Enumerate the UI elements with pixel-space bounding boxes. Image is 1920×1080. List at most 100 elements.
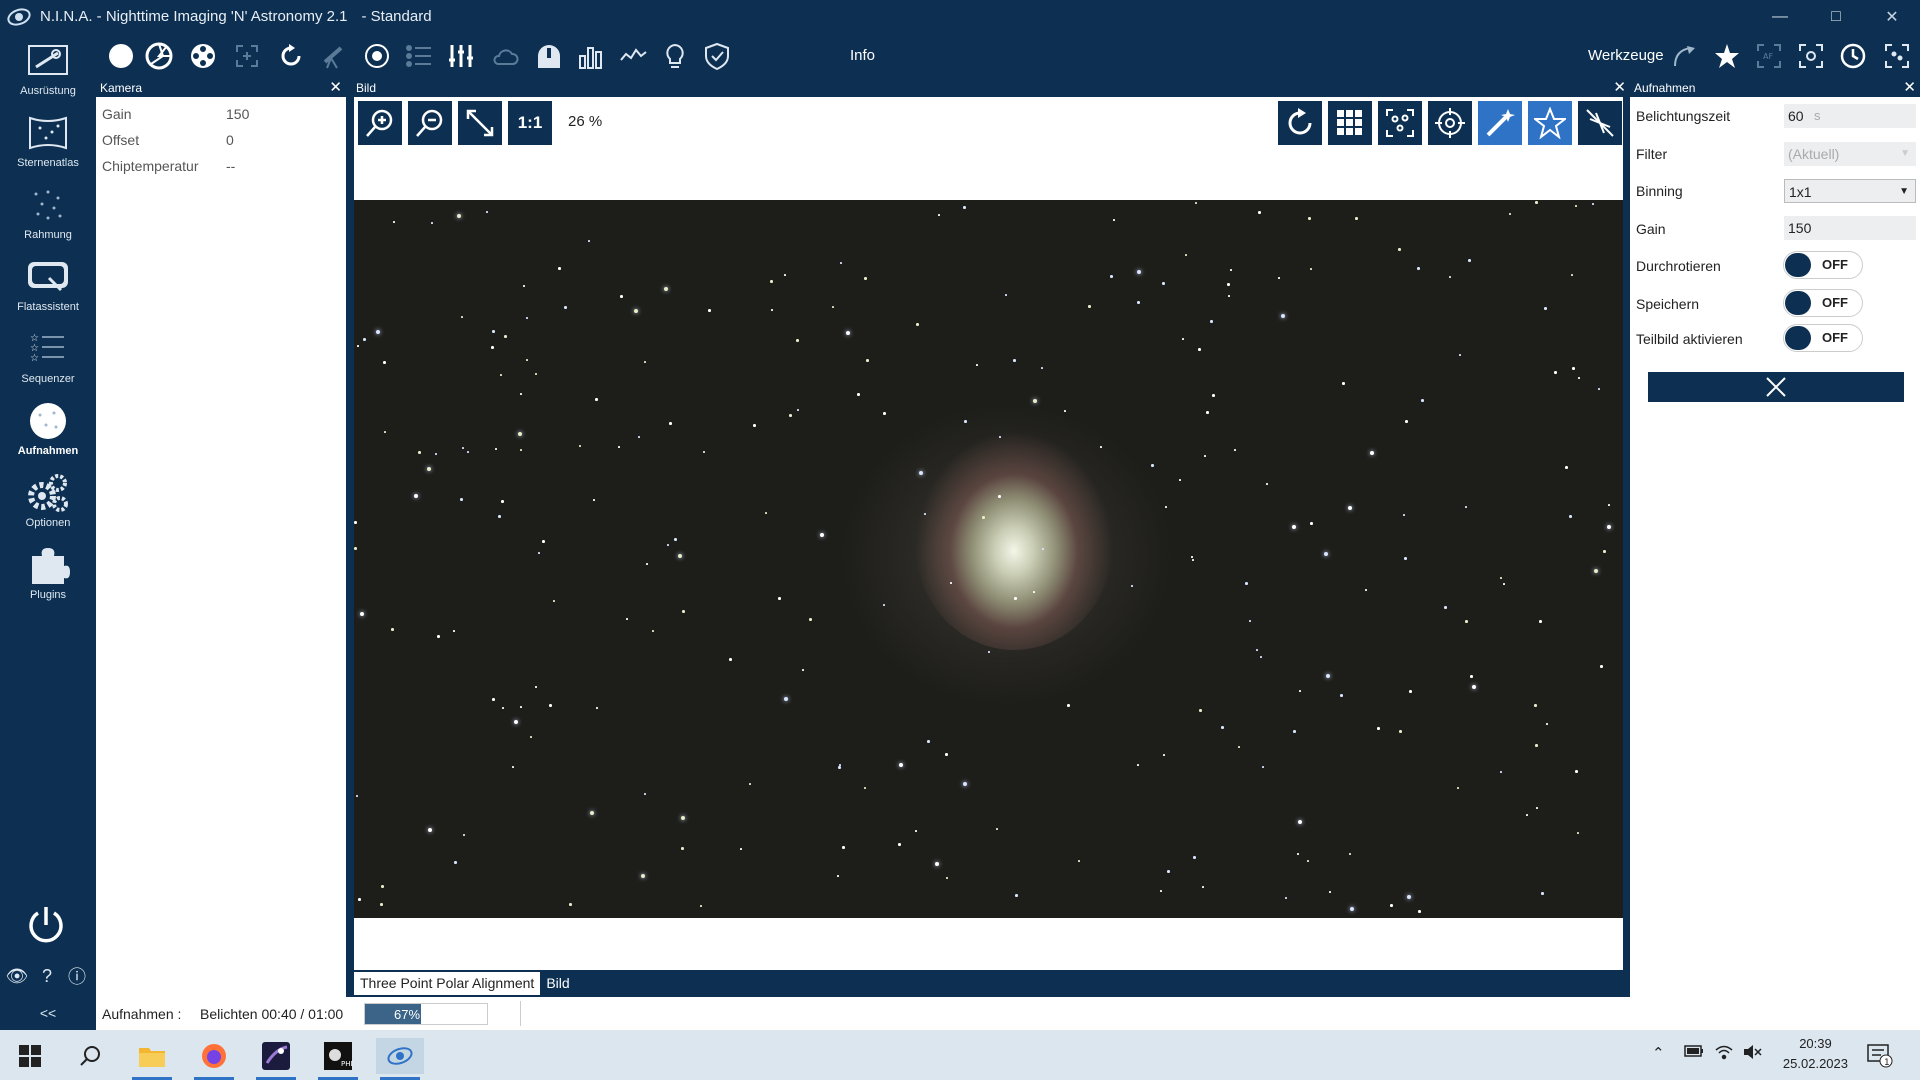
volume-muted-icon[interactable] — [1742, 1044, 1762, 1064]
fit-to-screen-button[interactable] — [458, 101, 502, 145]
binning-select[interactable]: 1x1 ▼ — [1784, 179, 1916, 203]
autofocus-icon[interactable]: AF — [1754, 41, 1784, 71]
nav-sky-atlas[interactable]: Sternenatlas — [0, 111, 96, 181]
maximize-button[interactable]: □ — [1808, 0, 1864, 33]
auto-stretch-button[interactable] — [1478, 101, 1522, 145]
weather-icon[interactable] — [490, 41, 520, 71]
telescope-icon[interactable] — [318, 41, 348, 71]
filter-wheel-slots-icon[interactable] — [188, 41, 218, 71]
firefox-icon[interactable] — [190, 1038, 238, 1080]
safety-monitor-icon[interactable] — [702, 41, 732, 71]
windows-start-icon[interactable] — [6, 1038, 54, 1074]
battery-icon[interactable] — [1684, 1044, 1704, 1062]
star — [1403, 514, 1405, 516]
star-detection-icon[interactable] — [1882, 41, 1912, 71]
filter-select[interactable]: (Aktuell) ▼ — [1784, 142, 1916, 166]
switch-icon[interactable] — [446, 41, 476, 71]
sequencer-icon: ☆ ☆ ☆ — [25, 327, 71, 371]
close-icon[interactable]: ✕ — [1903, 80, 1916, 96]
left-navigation: Ausrüstung Sternenatlas Rahmung Flatassi… — [0, 33, 96, 997]
gain-input[interactable]: 150 — [1784, 216, 1916, 240]
dome-icon[interactable] — [534, 41, 564, 71]
collapse-nav-button[interactable]: << — [0, 996, 96, 1030]
star — [999, 436, 1001, 438]
file-explorer-icon[interactable] — [128, 1038, 176, 1080]
star — [1078, 860, 1080, 862]
rotator-icon[interactable] — [276, 41, 306, 71]
star — [1592, 203, 1594, 205]
close-icon[interactable]: ✕ — [1613, 80, 1626, 96]
subframe-toggle[interactable]: OFF — [1783, 324, 1863, 352]
exposure-time-input[interactable]: 60 s — [1784, 104, 1916, 128]
star — [797, 409, 799, 411]
phd2-icon[interactable]: PHD — [314, 1038, 362, 1080]
rotate-button[interactable] — [1278, 101, 1322, 145]
zoom-out-button[interactable] — [408, 101, 452, 145]
captured-image[interactable] — [354, 200, 1623, 918]
star — [1399, 730, 1402, 733]
polar-alignment-icon[interactable] — [1670, 41, 1700, 71]
system-clock[interactable]: 20:39 25.02.2023 — [1783, 1034, 1848, 1074]
nav-sequencer[interactable]: ☆ ☆ ☆ Sequenzer — [0, 327, 96, 397]
close-icon[interactable]: ✕ — [329, 80, 342, 96]
search-icon[interactable] — [66, 1038, 114, 1074]
save-toggle[interactable]: OFF — [1783, 289, 1863, 317]
star — [1262, 766, 1264, 768]
hfr-history-icon[interactable] — [576, 41, 606, 71]
one-to-one-button[interactable]: 1:1 — [508, 101, 552, 145]
dither-toggle[interactable]: OFF — [1783, 251, 1863, 279]
star — [491, 346, 494, 349]
star-detection-button[interactable] — [1378, 101, 1422, 145]
exposure-progress: 67% — [364, 1003, 488, 1025]
star — [652, 630, 654, 632]
bahtinov-button[interactable] — [1578, 101, 1622, 145]
star — [1182, 338, 1184, 340]
guide-graph-icon[interactable] — [618, 41, 648, 71]
nav-equipment[interactable]: Ausrüstung — [0, 39, 96, 109]
star — [988, 651, 990, 653]
star — [498, 515, 501, 518]
sequence-list-icon[interactable] — [404, 41, 434, 71]
minimize-button[interactable]: — — [1752, 0, 1808, 33]
plate-solve-icon[interactable] — [1796, 41, 1826, 71]
nav-flat-wizard[interactable]: Flatassistent — [0, 255, 96, 325]
filter-wheel-icon[interactable] — [144, 41, 174, 71]
about-icon[interactable]: ⓘ — [66, 965, 88, 987]
nav-options[interactable]: Optionen — [0, 471, 96, 541]
grid-overlay-button[interactable] — [1328, 101, 1372, 145]
detect-stars-button[interactable] — [1528, 101, 1572, 145]
history-icon[interactable] — [1838, 41, 1868, 71]
star — [1191, 556, 1193, 558]
notifications-icon[interactable]: 1 — [1860, 1038, 1900, 1074]
star — [380, 903, 383, 906]
lightbulb-icon[interactable] — [660, 41, 690, 71]
close-button[interactable]: ✕ — [1864, 0, 1920, 33]
star — [1459, 354, 1461, 356]
capture-panel: Aufnahmen ✕ Belichtungszeit 60 s Filter … — [1630, 80, 1920, 997]
chevron-up-icon[interactable]: ⌃ — [1652, 1044, 1665, 1062]
power-button[interactable] — [24, 903, 68, 947]
info-button[interactable]: Info — [850, 47, 875, 64]
nav-plugins[interactable]: Plugins — [0, 543, 96, 613]
star — [1005, 294, 1007, 296]
nav-framing[interactable]: Rahmung — [0, 183, 96, 253]
eye-icon[interactable]: 👁 — [6, 965, 29, 987]
camera-icon[interactable] — [106, 41, 136, 71]
help-icon[interactable]: ? — [36, 965, 58, 987]
star — [457, 214, 461, 218]
star — [1536, 807, 1538, 809]
nina-taskbar-icon[interactable] — [376, 1038, 424, 1080]
guider-icon[interactable] — [362, 41, 392, 71]
star — [667, 544, 669, 546]
wifi-icon[interactable] — [1714, 1044, 1734, 1064]
crosshair-button[interactable] — [1428, 101, 1472, 145]
cancel-exposure-button[interactable] — [1648, 372, 1904, 402]
stellarium-icon[interactable] — [252, 1038, 300, 1080]
star-icon[interactable] — [1712, 41, 1742, 71]
focuser-icon[interactable] — [232, 41, 262, 71]
nav-imaging[interactable]: Aufnahmen — [0, 399, 96, 469]
zoom-in-button[interactable] — [358, 101, 402, 145]
tab-three-point-polar-alignment[interactable]: Three Point Polar Alignment — [354, 972, 541, 995]
image-panel: Bild ✕ 1:1 26 % Three Point Polar Alignm… — [352, 80, 1630, 997]
tab-image[interactable]: Bild — [540, 972, 576, 995]
